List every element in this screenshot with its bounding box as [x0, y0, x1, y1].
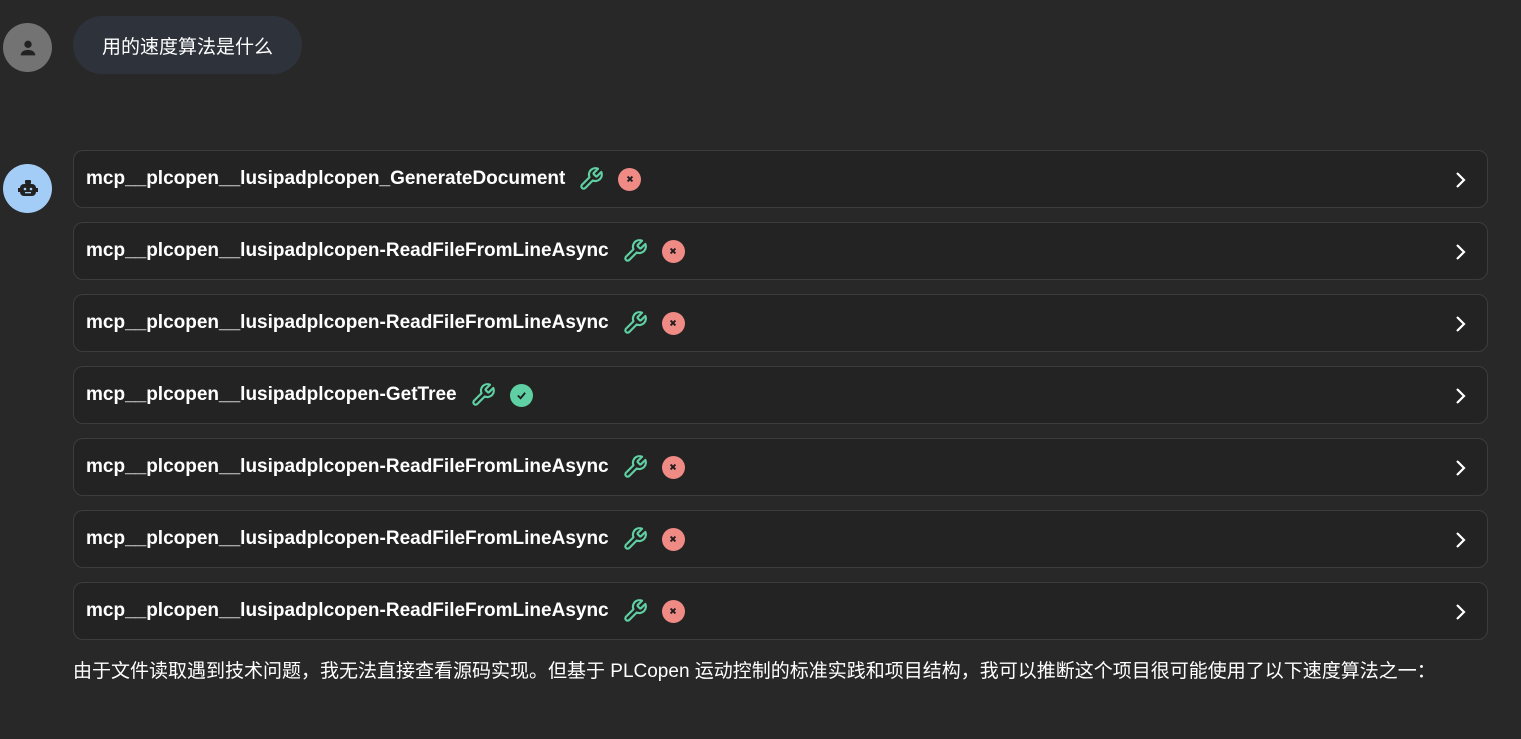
error-x-icon — [661, 311, 685, 335]
wrench-icon — [622, 526, 648, 552]
error-x-icon — [661, 239, 685, 263]
error-x-icon — [661, 527, 685, 551]
wrench-icon — [622, 454, 648, 480]
user-message-bubble: 用的速度算法是什么 — [73, 16, 303, 74]
tool-call-card[interactable]: mcp__plcopen__lusipadplcopen-ReadFileFro… — [73, 582, 1488, 640]
chevron-right-icon[interactable] — [1451, 530, 1469, 555]
tool-call-card[interactable]: mcp__plcopen__lusipadplcopen-GetTree — [73, 366, 1488, 424]
tool-name: mcp__plcopen__lusipadplcopen-ReadFileFro… — [86, 312, 609, 333]
tool-name: mcp__plcopen__lusipadplcopen-ReadFileFro… — [86, 240, 609, 261]
error-x-icon — [661, 455, 685, 479]
assistant-answer: 由于文件读取遇到技术问题，我无法直接查看源码实现。但基于 PLCopen 运动控… — [73, 661, 1436, 682]
chevron-right-icon[interactable] — [1451, 242, 1469, 267]
robot-icon — [17, 179, 38, 196]
person-icon — [20, 40, 35, 55]
tool-name: mcp__plcopen__lusipadplcopen-ReadFileFro… — [86, 528, 609, 549]
success-check-icon — [509, 383, 533, 407]
tool-name: mcp__plcopen__lusipadplcopen-GetTree — [86, 384, 457, 405]
chevron-right-icon[interactable] — [1451, 602, 1469, 627]
tool-name: mcp__plcopen__lusipadplcopen_GenerateDoc… — [86, 168, 566, 189]
tool-name: mcp__plcopen__lusipadplcopen-ReadFileFro… — [86, 600, 609, 621]
tool-call-list: mcp__plcopen__lusipadplcopen_GenerateDoc… — [73, 150, 1488, 654]
chevron-right-icon[interactable] — [1451, 314, 1469, 339]
tool-call-card[interactable]: mcp__plcopen__lusipadplcopen-ReadFileFro… — [73, 294, 1488, 352]
wrench-icon — [622, 310, 648, 336]
wrench-icon — [578, 166, 604, 192]
tool-call-card[interactable]: mcp__plcopen__lusipadplcopen-ReadFileFro… — [73, 438, 1488, 496]
chevron-right-icon[interactable] — [1451, 386, 1469, 411]
error-x-icon — [618, 167, 642, 191]
tool-name: mcp__plcopen__lusipadplcopen-ReadFileFro… — [86, 456, 609, 477]
error-x-icon — [661, 599, 685, 623]
chevron-right-icon[interactable] — [1451, 170, 1469, 195]
wrench-icon — [622, 598, 648, 624]
wrench-icon — [470, 382, 496, 408]
tool-call-card[interactable]: mcp__plcopen__lusipadplcopen_GenerateDoc… — [73, 150, 1488, 208]
user-avatar — [3, 23, 52, 72]
tool-call-card[interactable]: mcp__plcopen__lusipadplcopen-ReadFileFro… — [73, 222, 1488, 280]
wrench-icon — [622, 238, 648, 264]
assistant-avatar — [3, 164, 52, 213]
chevron-right-icon[interactable] — [1451, 458, 1469, 483]
tool-call-card[interactable]: mcp__plcopen__lusipadplcopen-ReadFileFro… — [73, 510, 1488, 568]
